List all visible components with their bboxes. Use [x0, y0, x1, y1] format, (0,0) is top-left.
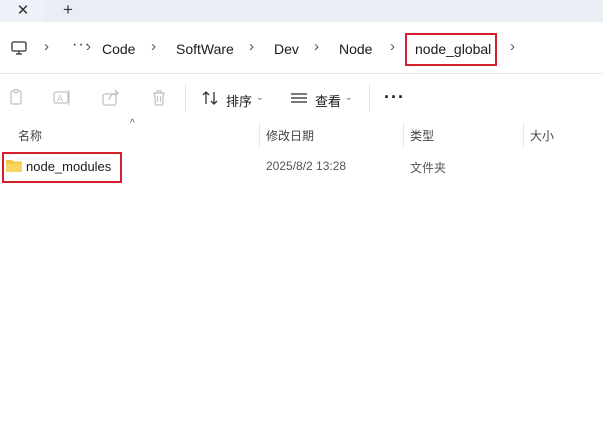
file-modified-date: 2025/8/2 13:28 — [266, 159, 347, 173]
breadcrumb-separator[interactable]: › — [151, 38, 156, 55]
breadcrumb-separator[interactable]: › — [314, 38, 319, 55]
computer-icon[interactable] — [11, 40, 27, 56]
breadcrumb-item-node[interactable]: Node — [339, 41, 372, 57]
sort-label: 排序 — [226, 94, 253, 109]
column-header-modified[interactable]: 修改日期 — [266, 127, 314, 144]
address-bar: › ··· › Code › SoftWare › Dev › Node › n… — [0, 22, 603, 74]
delete-icon[interactable] — [149, 88, 169, 108]
add-icon[interactable]: + — [57, 0, 79, 20]
view-icon — [291, 93, 307, 103]
close-icon[interactable]: ✕ — [12, 0, 34, 20]
column-divider[interactable] — [403, 122, 404, 148]
breadcrumb-highlight-box — [405, 33, 497, 66]
sort-icon — [202, 91, 218, 105]
copy-icon[interactable] — [6, 88, 26, 108]
command-toolbar: A 排序 ⌄ 查看 ⌄ ··· — [0, 74, 603, 122]
column-header-row: ^ 名称 修改日期 类型 大小 — [0, 118, 603, 148]
breadcrumb-separator[interactable]: › — [390, 38, 395, 55]
column-divider[interactable] — [259, 122, 260, 148]
column-divider[interactable] — [523, 122, 524, 148]
file-row-highlight-box — [2, 152, 122, 183]
breadcrumb-separator[interactable]: › — [249, 38, 254, 55]
chevron-down-icon: ⌄ — [256, 92, 264, 102]
breadcrumb-separator[interactable]: › — [44, 38, 49, 55]
rename-icon[interactable]: A — [52, 88, 72, 108]
sort-ascending-icon: ^ — [130, 118, 135, 129]
file-type: 文件夹 — [410, 161, 447, 175]
column-header-name[interactable]: 名称 — [18, 127, 42, 144]
breadcrumb-item-software[interactable]: SoftWare — [176, 41, 234, 57]
tab-strip: ✕ + — [0, 0, 603, 22]
view-label: 查看 — [315, 94, 342, 109]
share-icon[interactable] — [101, 88, 121, 108]
breadcrumb-separator[interactable]: › — [510, 38, 515, 55]
breadcrumb-item-dev[interactable]: Dev — [274, 41, 299, 57]
toolbar-separator — [369, 84, 370, 112]
toolbar-separator — [185, 84, 186, 112]
tab-strip-background — [45, 0, 603, 22]
column-header-type[interactable]: 类型 — [410, 127, 434, 144]
more-options-button[interactable]: ··· — [384, 87, 405, 108]
column-header-size[interactable]: 大小 — [530, 127, 554, 144]
chevron-down-icon: ⌄ — [345, 92, 353, 102]
breadcrumb-separator[interactable]: › — [86, 38, 91, 55]
svg-text:A: A — [57, 94, 63, 104]
breadcrumb-item-code[interactable]: Code — [102, 41, 135, 57]
